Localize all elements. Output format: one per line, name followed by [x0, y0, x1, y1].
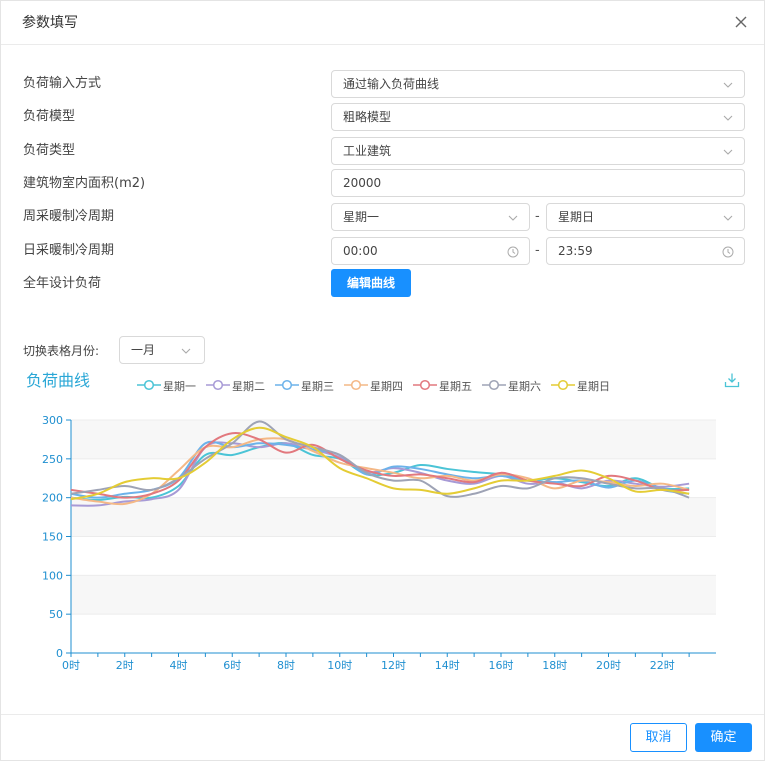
load-type-select[interactable]: 工业建筑	[331, 137, 745, 165]
x-tick-label: 22时	[650, 659, 675, 672]
chevron-down-icon	[181, 348, 191, 354]
load-input-mode-value: 通过输入负荷曲线	[343, 77, 440, 91]
legend-label: 星期一	[163, 380, 196, 393]
y-tick-label: 200	[42, 492, 63, 505]
footer-divider	[1, 714, 764, 715]
load-model-value: 粗略模型	[343, 110, 392, 124]
x-tick-label: 16时	[489, 659, 514, 672]
daily-period-start-input[interactable]: 00:00	[331, 237, 530, 265]
grid-band	[71, 614, 716, 653]
download-icon[interactable]	[724, 372, 740, 388]
dialog-header: 参数填写	[1, 1, 764, 45]
load-curve-chart: 0501001502002503000时 2时 4时 6时 8时 10时 12时 14时 16时…	[42, 414, 716, 672]
y-tick-label: 150	[42, 531, 63, 544]
cancel-button[interactable]: 取消	[630, 723, 687, 752]
legend-label: 星期二	[232, 380, 265, 393]
load-type-value: 工业建筑	[343, 144, 392, 158]
daily-period-end-input[interactable]: 23:59	[546, 237, 745, 265]
x-tick-label: 8时	[277, 659, 295, 672]
y-tick-label: 100	[42, 569, 63, 582]
y-tick-label: 50	[49, 608, 63, 621]
x-tick-label: 4时	[170, 659, 188, 672]
load-input-mode-select[interactable]: 通过输入负荷曲线	[331, 70, 745, 98]
confirm-button[interactable]: 确定	[695, 723, 752, 752]
close-icon[interactable]	[732, 13, 750, 31]
legend-marker-icon	[344, 379, 368, 391]
legend-marker-icon	[275, 379, 299, 391]
clock-icon	[507, 246, 519, 258]
floor-area-value: 20000	[343, 176, 382, 190]
chart-title: 负荷曲线	[26, 371, 91, 390]
floor-area-label: 建筑物室内面积(m2)	[23, 176, 146, 191]
chevron-down-icon	[723, 149, 733, 155]
dialog-title: 参数填写	[22, 15, 78, 31]
load-model-select[interactable]: 粗略模型	[331, 103, 745, 131]
daily-period-label: 日采暖制冷周期	[23, 243, 115, 258]
x-tick-label: 0时	[62, 659, 80, 672]
daily-period-start-value: 00:00	[343, 244, 378, 258]
chevron-down-icon	[723, 215, 733, 221]
chevron-down-icon	[723, 82, 733, 88]
load-model-label: 负荷模型	[23, 109, 76, 124]
x-tick-label: 20时	[596, 659, 621, 672]
chevron-down-icon	[723, 115, 733, 121]
x-tick-label: 14时	[435, 659, 460, 672]
load-input-mode-label: 负荷输入方式	[23, 76, 102, 91]
clock-icon	[722, 246, 734, 258]
x-tick-label: 10时	[327, 659, 352, 672]
weekly-period-separator: -	[535, 209, 540, 224]
legend-label: 星期四	[370, 380, 403, 393]
x-tick-label: 6时	[223, 659, 241, 672]
month-select[interactable]: 一月	[119, 336, 205, 364]
weekly-period-end-value: 星期日	[558, 210, 595, 224]
weekly-period-start-value: 星期一	[343, 210, 380, 224]
floor-area-input[interactable]: 20000	[331, 169, 745, 197]
legend-marker-icon	[482, 379, 506, 391]
weekly-period-start-select[interactable]: 星期一	[331, 203, 530, 231]
chevron-down-icon	[508, 215, 518, 221]
annual-load-label: 全年设计负荷	[23, 276, 102, 291]
y-tick-label: 300	[42, 414, 63, 427]
daily-period-separator: -	[535, 243, 540, 258]
legend-marker-icon	[413, 379, 437, 391]
grid-band	[71, 536, 716, 576]
edit-curve-button[interactable]: 编辑曲线	[331, 269, 411, 297]
x-tick-label: 18时	[542, 659, 567, 672]
grid-band	[71, 497, 716, 537]
grid-band	[71, 420, 716, 459]
legend-label: 星期三	[301, 380, 334, 393]
legend-marker-icon	[206, 379, 230, 391]
month-switch-label: 切换表格月份:	[23, 344, 100, 358]
legend-label: 星期五	[439, 380, 472, 393]
weekly-period-label: 周采暖制冷周期	[23, 209, 115, 224]
legend-label: 星期六	[508, 380, 541, 393]
legend-label: 星期日	[577, 380, 610, 393]
load-type-label: 负荷类型	[23, 143, 76, 158]
weekly-period-end-select[interactable]: 星期日	[546, 203, 745, 231]
x-tick-label: 12时	[381, 659, 406, 672]
daily-period-end-value: 23:59	[558, 244, 593, 258]
y-tick-label: 250	[42, 453, 63, 466]
x-tick-label: 2时	[116, 659, 134, 672]
dialog: 参数填写 负荷输入方式 通过输入负荷曲线 负荷模型 粗略模型 负荷类型 工业建筑…	[0, 0, 765, 761]
month-select-value: 一月	[131, 343, 156, 357]
legend-marker-icon	[137, 379, 161, 391]
legend-marker-icon	[551, 379, 575, 391]
grid-band	[71, 575, 716, 615]
